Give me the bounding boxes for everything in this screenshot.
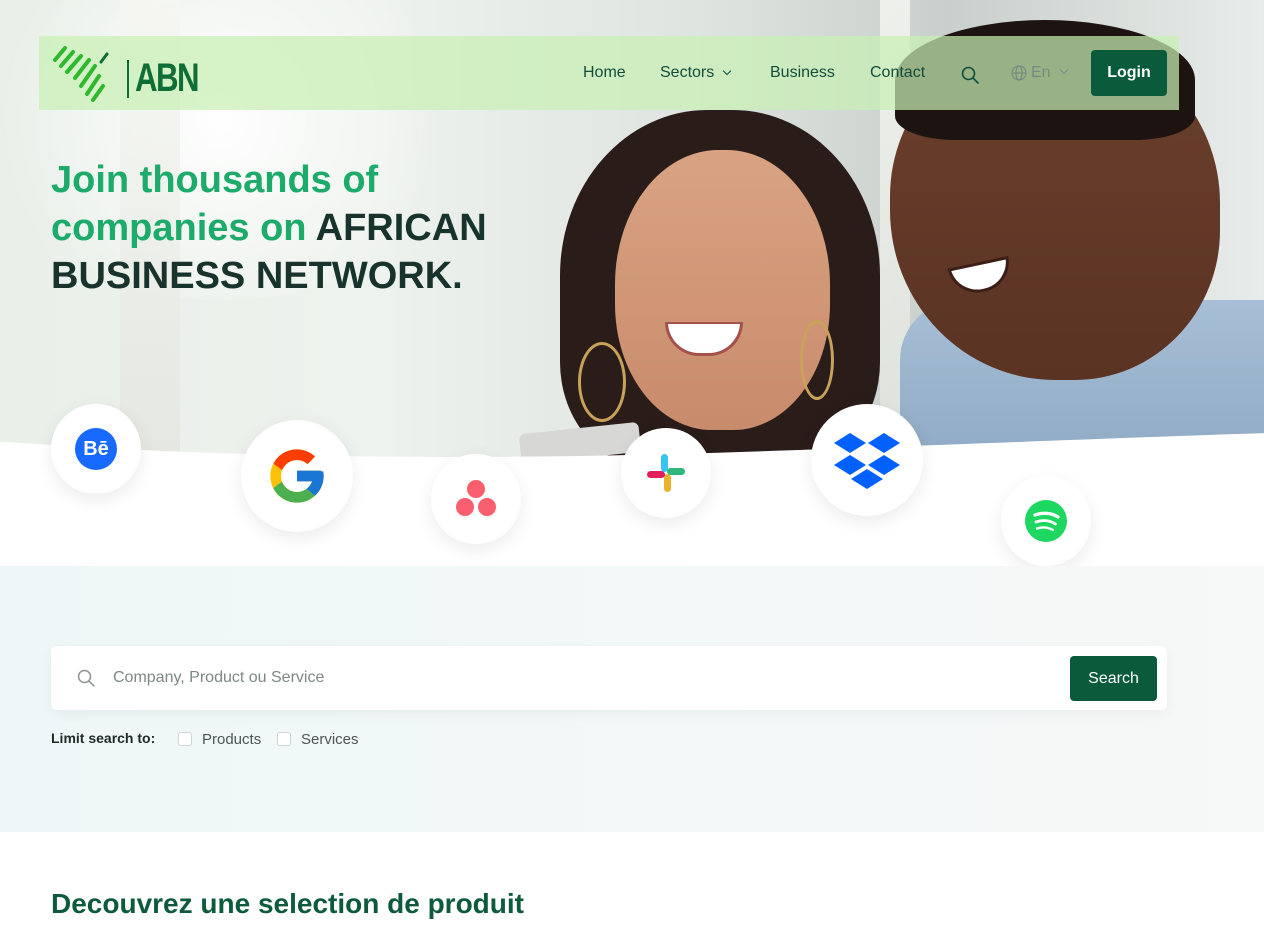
abn-logo[interactable]: ABN: [51, 44, 199, 102]
top-navbar: ABN Home Sectors Business Contact En Log…: [39, 36, 1179, 110]
globe-icon: [1011, 65, 1027, 81]
nav-business[interactable]: Business: [770, 64, 835, 82]
slack-icon: [647, 454, 685, 492]
africa-map-icon: [53, 46, 109, 102]
brand-dropbox[interactable]: [811, 404, 923, 516]
google-icon: [270, 449, 324, 503]
nav-sectors[interactable]: Sectors: [660, 64, 732, 82]
brand-asana[interactable]: [431, 454, 521, 544]
search-icon: [77, 669, 95, 687]
brand-behance[interactable]: Bē: [51, 404, 141, 494]
spotify-icon: [1025, 500, 1067, 542]
chevron-down-icon: [1059, 65, 1068, 75]
language-label: En: [1031, 64, 1051, 81]
hero-headline: Join thousands of companies on AFRICAN B…: [51, 156, 551, 300]
login-button[interactable]: Login: [1091, 50, 1167, 96]
search-section: Search Limit search to: Products Service…: [0, 566, 1264, 832]
limit-search-label: Limit search to:: [51, 730, 156, 746]
search-button[interactable]: Search: [1070, 656, 1157, 701]
asana-icon: [456, 480, 496, 516]
brand-slack[interactable]: [621, 428, 711, 518]
logo-divider: [127, 60, 129, 98]
search-icon[interactable]: [961, 66, 979, 84]
behance-icon: Bē: [75, 428, 117, 470]
nav-home[interactable]: Home: [583, 64, 626, 82]
language-selector[interactable]: En: [1011, 64, 1068, 82]
search-input[interactable]: [113, 662, 1013, 694]
brand-google[interactable]: [241, 420, 353, 532]
chevron-down-icon: [723, 66, 732, 76]
products-checkbox-label[interactable]: Products: [202, 731, 261, 748]
services-checkbox-label[interactable]: Services: [301, 731, 359, 748]
services-checkbox[interactable]: [277, 732, 291, 746]
section-title: Decouvrez une selection de produit: [51, 888, 524, 919]
products-checkbox[interactable]: [178, 732, 192, 746]
logo-text: ABN: [135, 56, 199, 100]
dropbox-icon: [834, 433, 900, 489]
brand-spotify[interactable]: [1001, 476, 1091, 566]
search-bar: Search: [51, 646, 1167, 710]
nav-sectors-label: Sectors: [660, 64, 715, 81]
nav-contact[interactable]: Contact: [870, 64, 925, 82]
hero-section: ABN Home Sectors Business Contact En Log…: [0, 0, 1264, 566]
